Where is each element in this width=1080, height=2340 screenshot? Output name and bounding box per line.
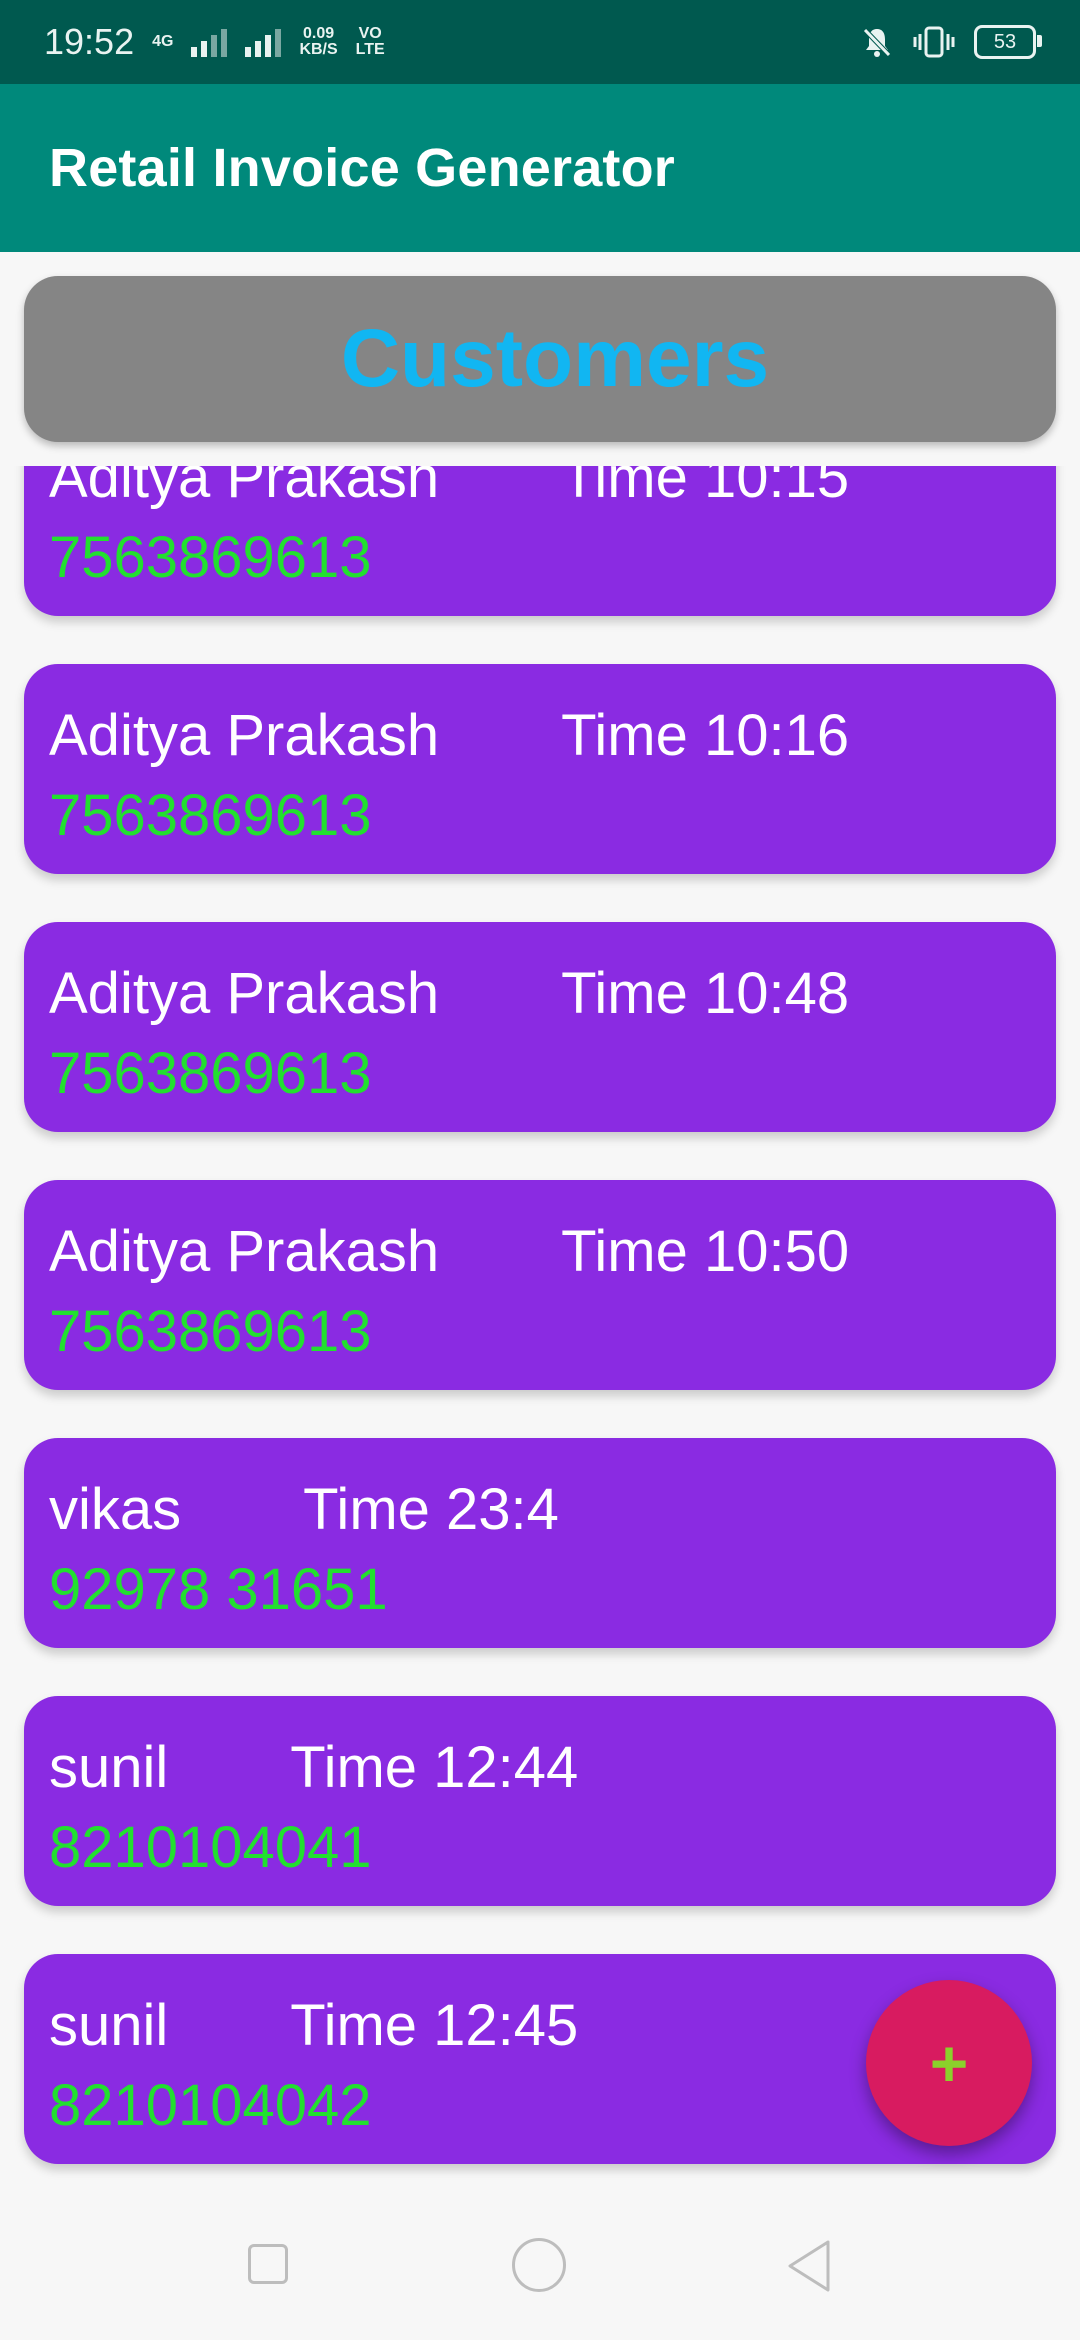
- signal-strength-icon-2: [245, 27, 282, 57]
- customer-time: Time 23:4: [303, 1477, 559, 1542]
- data-speed: 0.09 KB/S: [299, 26, 337, 58]
- add-customer-button[interactable]: +: [866, 1980, 1032, 2146]
- customer-row: vikas Time 23:4: [49, 1476, 1056, 1544]
- customer-time: Time 10:16: [561, 703, 850, 768]
- back-button[interactable]: [784, 2236, 834, 2296]
- status-left: 19:52 4G 0.09 KB/S VO LTE: [44, 21, 385, 63]
- app-bar: Retail Invoice Generator: [0, 84, 1080, 252]
- customer-card[interactable]: sunil Time 12:44 8210104041: [24, 1696, 1056, 1906]
- mute-icon: [863, 28, 891, 57]
- customer-phone: 8210104041: [49, 1815, 372, 1880]
- customer-list-content: Aditya Prakash Time 10:15 7563869613 Adi…: [0, 466, 1080, 2200]
- home-button[interactable]: [512, 2238, 566, 2292]
- customer-name: Aditya Prakash: [49, 466, 440, 510]
- battery-level: 53: [993, 30, 1017, 53]
- customer-time: Time 10:50: [561, 1219, 850, 1284]
- customer-name: sunil: [49, 1993, 169, 2058]
- volte-indicator: VO LTE: [356, 26, 385, 58]
- app-title: Retail Invoice Generator: [49, 138, 676, 198]
- customer-card[interactable]: Aditya Prakash Time 10:48 7563869613: [24, 922, 1056, 1132]
- customer-name: Aditya Prakash: [49, 961, 440, 1026]
- data-speed-unit: KB/S: [299, 41, 338, 58]
- customer-name: vikas: [49, 1477, 182, 1542]
- customer-card[interactable]: Aditya Prakash Time 10:15 7563869613: [24, 466, 1056, 616]
- signal-strength-icon: [191, 27, 228, 57]
- data-speed-value: 0.09: [302, 25, 335, 42]
- status-bar: 19:52 4G 0.09 KB/S VO LTE 53: [0, 0, 1080, 84]
- customer-time: Time 12:44: [290, 1735, 579, 1800]
- customer-time: Time 10:48: [561, 961, 850, 1026]
- customer-phone: 92978 31651: [49, 1557, 388, 1622]
- network-type-label: 4G: [152, 33, 174, 50]
- customer-card[interactable]: Aditya Prakash Time 10:50 7563869613: [24, 1180, 1056, 1390]
- customer-phone: 7563869613: [49, 783, 372, 848]
- customer-name: sunil: [49, 1735, 169, 1800]
- customer-name: Aditya Prakash: [49, 703, 440, 768]
- customer-card[interactable]: vikas Time 23:4 92978 31651: [24, 1438, 1056, 1648]
- customer-phone: 7563869613: [49, 1041, 372, 1106]
- customer-time: Time 10:15: [561, 466, 850, 510]
- volte-label-2: LTE: [355, 41, 385, 58]
- customers-header: Customers: [24, 276, 1056, 442]
- customer-row: Aditya Prakash Time 10:15: [49, 466, 1056, 512]
- volte-label-1: VO: [358, 25, 382, 42]
- customer-row: Aditya Prakash Time 10:48: [49, 960, 1056, 1028]
- customer-time: Time 12:45: [290, 1993, 579, 2058]
- battery-icon: 53: [974, 25, 1042, 59]
- status-time: 19:52: [44, 21, 135, 62]
- customer-phone: 7563869613: [49, 1299, 372, 1364]
- customer-row: sunil Time 12:44: [49, 1734, 1056, 1802]
- customer-row: Aditya Prakash Time 10:50: [49, 1218, 1056, 1286]
- customer-card[interactable]: Aditya Prakash Time 10:16 7563869613: [24, 664, 1056, 874]
- customer-row: Aditya Prakash Time 10:16: [49, 702, 1056, 770]
- navigation-bar: [0, 2200, 1080, 2340]
- customer-list[interactable]: Aditya Prakash Time 10:15 7563869613 Adi…: [0, 466, 1080, 2200]
- vibrate-icon: [913, 26, 955, 58]
- customer-phone: 7563869613: [49, 525, 372, 590]
- customer-name: Aditya Prakash: [49, 1219, 440, 1284]
- status-right: 53: [860, 25, 1042, 59]
- customers-title: Customers: [340, 313, 770, 404]
- recent-apps-button[interactable]: [248, 2244, 288, 2284]
- plus-icon: +: [929, 2026, 969, 2100]
